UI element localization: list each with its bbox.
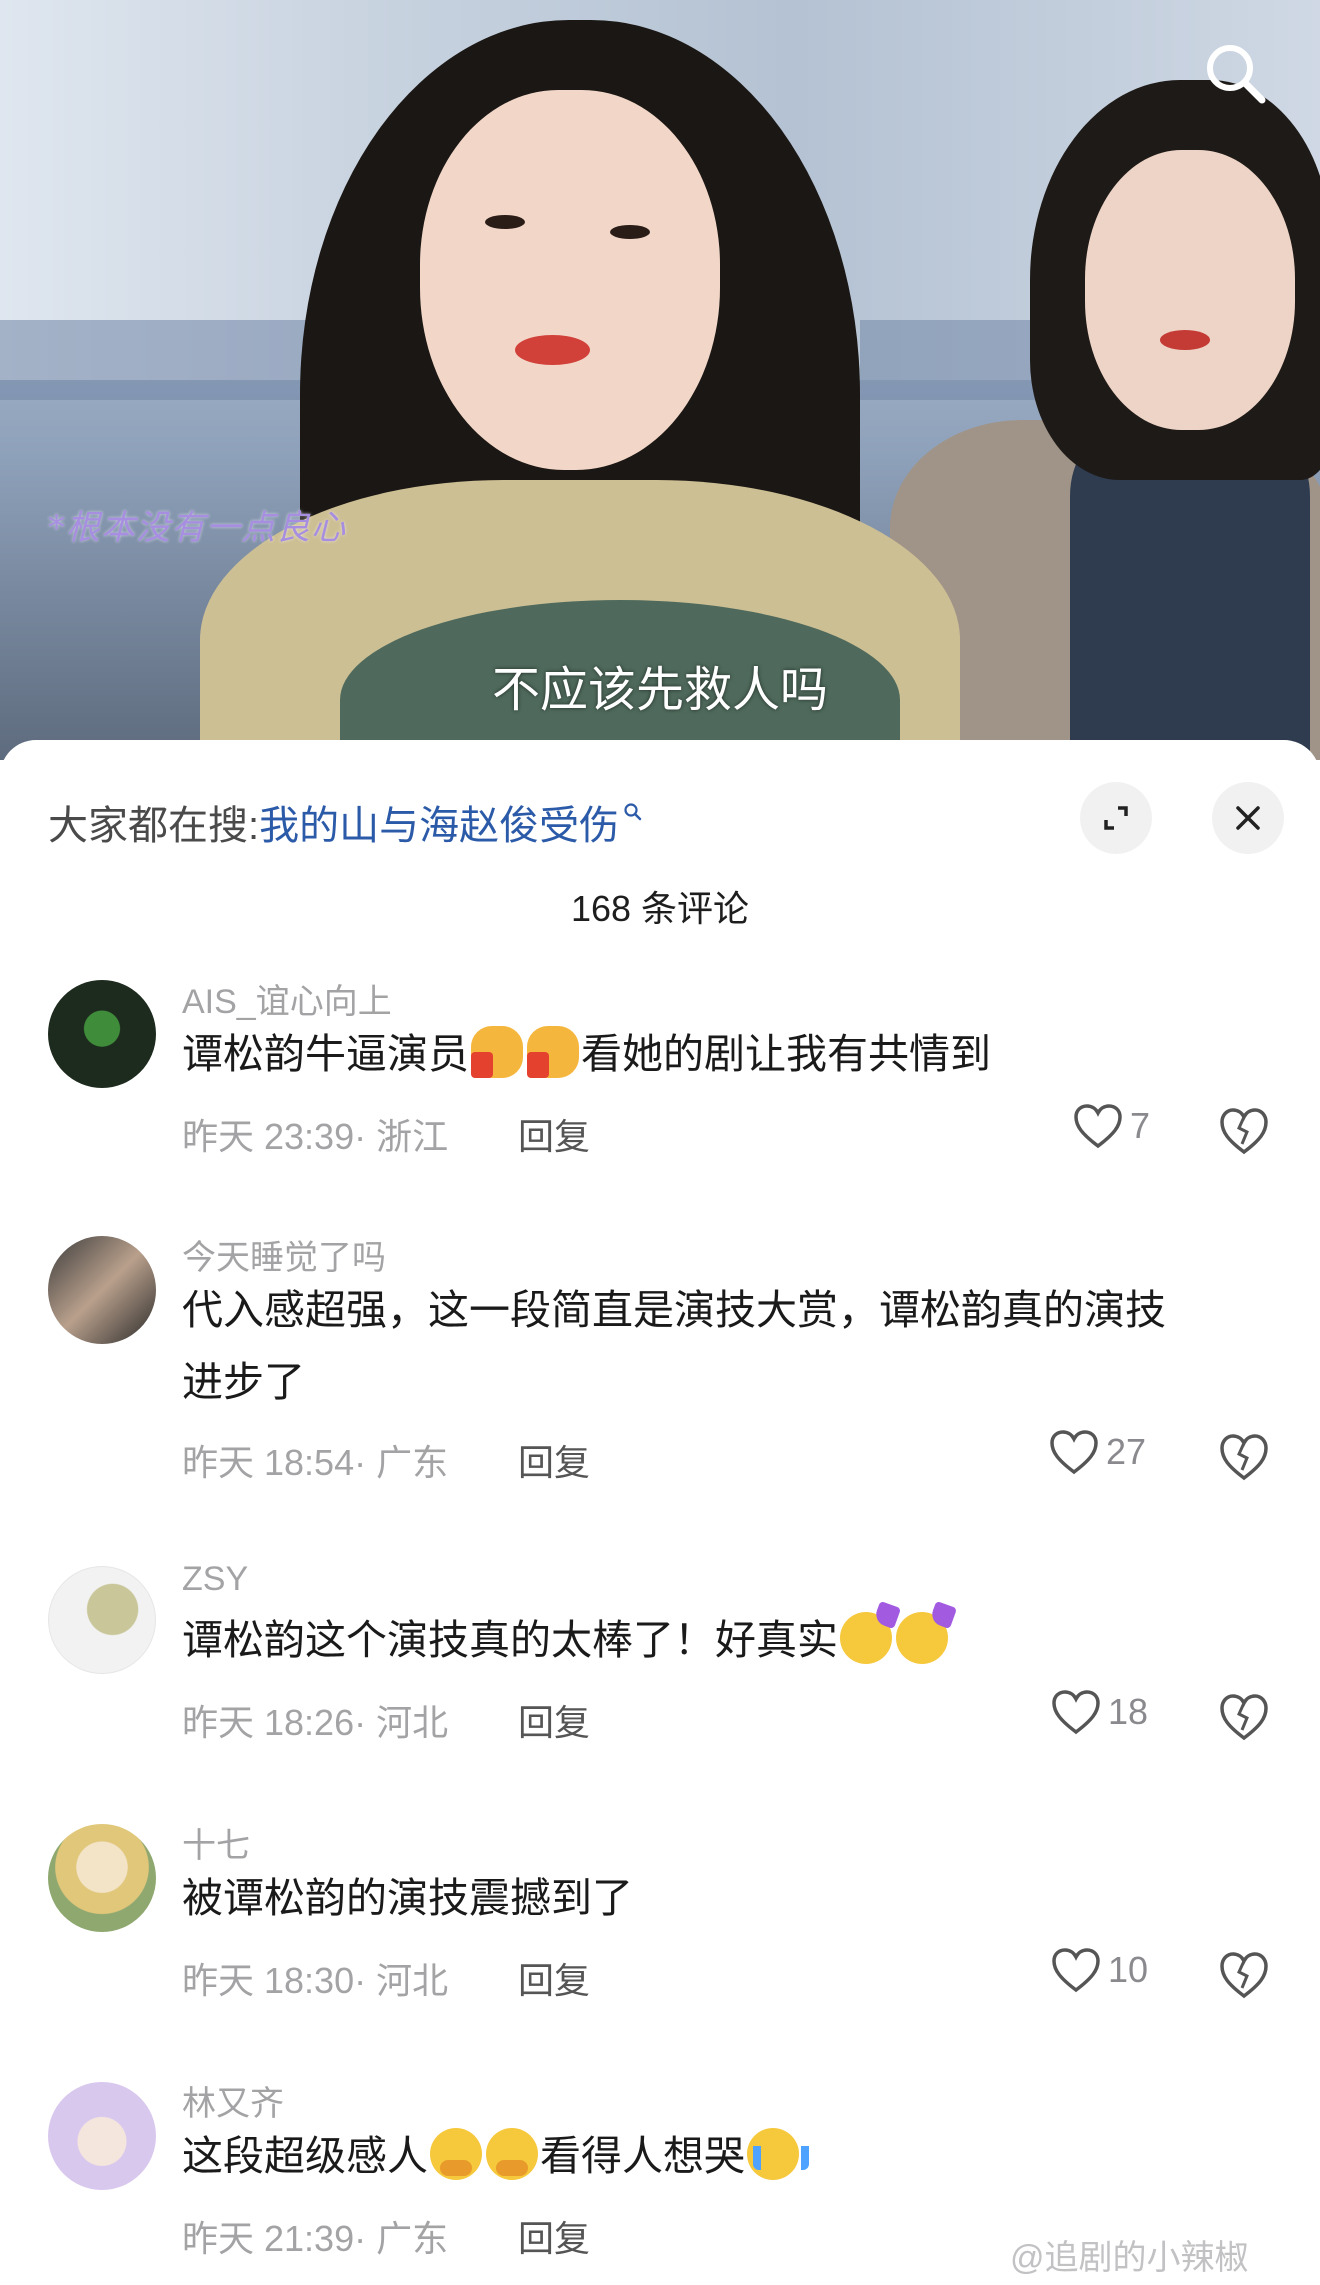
party-face-emoji-icon [840,1612,892,1664]
avatar[interactable] [48,1236,156,1344]
person-side-lips [1160,330,1210,350]
comment-meta: 昨天 21:39· 广东 [182,2218,449,2259]
reply-button[interactable]: 回复 [518,1434,590,1486]
holding-back-tears-emoji-icon [486,2128,538,2180]
comment-region: 广东 [376,2218,449,2259]
comment-time: 昨天 23:39 [182,1116,355,1157]
comment-text-part: 谭松韵这个演技真的太棒了！好真实 [182,1617,838,1663]
broken-heart-icon[interactable] [1216,1428,1272,1484]
avatar[interactable] [48,2082,156,2190]
reply-button[interactable]: 回复 [518,1694,590,1746]
like-count: 27 [1106,1431,1147,1472]
search-icon [1207,45,1266,104]
comment-text: 谭松韵牛逼演员 看她的剧让我有共情到 [182,1018,1262,1090]
trending-search-link[interactable]: 我的山与海赵俊受伤 [259,793,619,851]
comment-meta: 昨天 23:39· 浙江 [182,1116,449,1157]
expand-button[interactable] [1080,782,1152,854]
person-side-face [1085,150,1295,430]
comment-meta: 昨天 18:54· 广东 [182,1442,449,1483]
trending-search-prefix: 大家都在搜: [48,804,260,848]
reply-button[interactable]: 回复 [518,2210,590,2262]
comment-sheet: 大家都在搜: 我的山与海赵俊受伤 168 条评论 AIS_谊心向上 谭松韵牛逼演… [0,740,1320,2285]
comment-text-line: 代入感超强，这一段简直是演技大赏，谭松韵真的演技 [182,1287,1166,1333]
comment-region: 河北 [376,1960,449,2001]
comment-text-line: 进步了 [182,1359,305,1405]
comment-username[interactable]: 林又齐 [182,2076,284,2125]
holding-back-tears-emoji-icon [430,2128,482,2180]
comment-text: 这段超级感人 看得人想哭 [182,2120,1262,2192]
comment-region: 广东 [376,1442,449,1483]
like-button[interactable]: 27 [1048,1428,1146,1476]
like-button[interactable]: 10 [1050,1946,1148,1994]
comment-text: 谭松韵这个演技真的太棒了！好真实 [182,1604,1262,1676]
avatar[interactable] [48,980,156,1088]
comment-meta: 昨天 18:30· 河北 [182,1960,449,2001]
comment-username[interactable]: 今天睡觉了吗 [182,1230,386,1279]
comment-region: 河北 [376,1702,449,1743]
person-main-eye [610,225,650,239]
reply-button[interactable]: 回复 [518,1108,590,1160]
video-player[interactable]: *根本没有一点良心 不应该先救人吗 [0,0,1320,760]
person-main-eye [485,215,525,229]
like-button[interactable]: 18 [1050,1688,1148,1736]
person-main-face [420,90,720,470]
party-face-emoji-icon [896,1612,948,1664]
video-watermark: *根本没有一点良心 [48,508,346,548]
comment-region: 浙江 [376,1116,449,1157]
close-icon [1236,806,1260,830]
broken-heart-icon[interactable] [1216,1946,1272,2002]
comment-time: 昨天 18:26 [182,1702,355,1743]
footer-watermark: @追剧的小辣椒 [1010,2239,1249,2277]
expand-icon [1104,806,1128,830]
comment-username[interactable]: 十七 [182,1818,250,1867]
reply-button[interactable]: 回复 [518,1952,590,2004]
comment-time: 昨天 18:54 [182,1442,355,1483]
close-button[interactable] [1212,782,1284,854]
like-button[interactable]: 7 [1072,1102,1150,1150]
like-count: 10 [1108,1949,1149,1990]
broken-heart-icon[interactable] [1216,1688,1272,1744]
comment-username[interactable]: ZSY [182,1560,248,1599]
comment-username[interactable]: AIS_谊心向上 [182,974,392,1023]
avatar[interactable] [48,1824,156,1932]
comment-meta: 昨天 18:26· 河北 [182,1702,449,1743]
person-main-lips [515,335,590,365]
broken-heart-icon[interactable] [1216,1102,1272,1158]
small-search-icon [624,803,642,821]
comment-count: 168 条评论 [570,888,750,929]
thumbs-up-emoji-icon [527,1026,579,1078]
thumbs-up-emoji-icon [471,1026,523,1078]
heart-icon [1074,1104,1122,1149]
comment-text-part: 谭松韵牛逼演员 [182,1031,469,1077]
comment-text: 被谭松韵的演技震撼到了 [182,1875,633,1921]
heart-icon [1050,1430,1098,1475]
comment-text-part: 看她的剧让我有共情到 [581,1031,991,1077]
comment-text: 代入感超强，这一段简直是演技大赏，谭松韵真的演技 进步了 [182,1274,1262,1418]
video-subtitle: 不应该先救人吗 [491,664,828,717]
trending-search[interactable]: 大家都在搜: 我的山与海赵俊受伤 [48,792,643,852]
heart-icon [1052,1948,1100,1993]
like-count: 18 [1108,1691,1149,1732]
loudly-crying-emoji-icon [747,2128,809,2180]
like-count: 7 [1130,1105,1151,1146]
comment-time: 昨天 18:30 [182,1960,355,2001]
comment-text-part: 看得人想哭 [540,2133,745,2179]
search-button[interactable] [1198,36,1272,110]
comment-time: 昨天 21:39 [182,2218,355,2259]
comment-text-part: 这段超级感人 [182,2133,428,2179]
avatar[interactable] [48,1566,156,1674]
heart-icon [1052,1690,1100,1735]
